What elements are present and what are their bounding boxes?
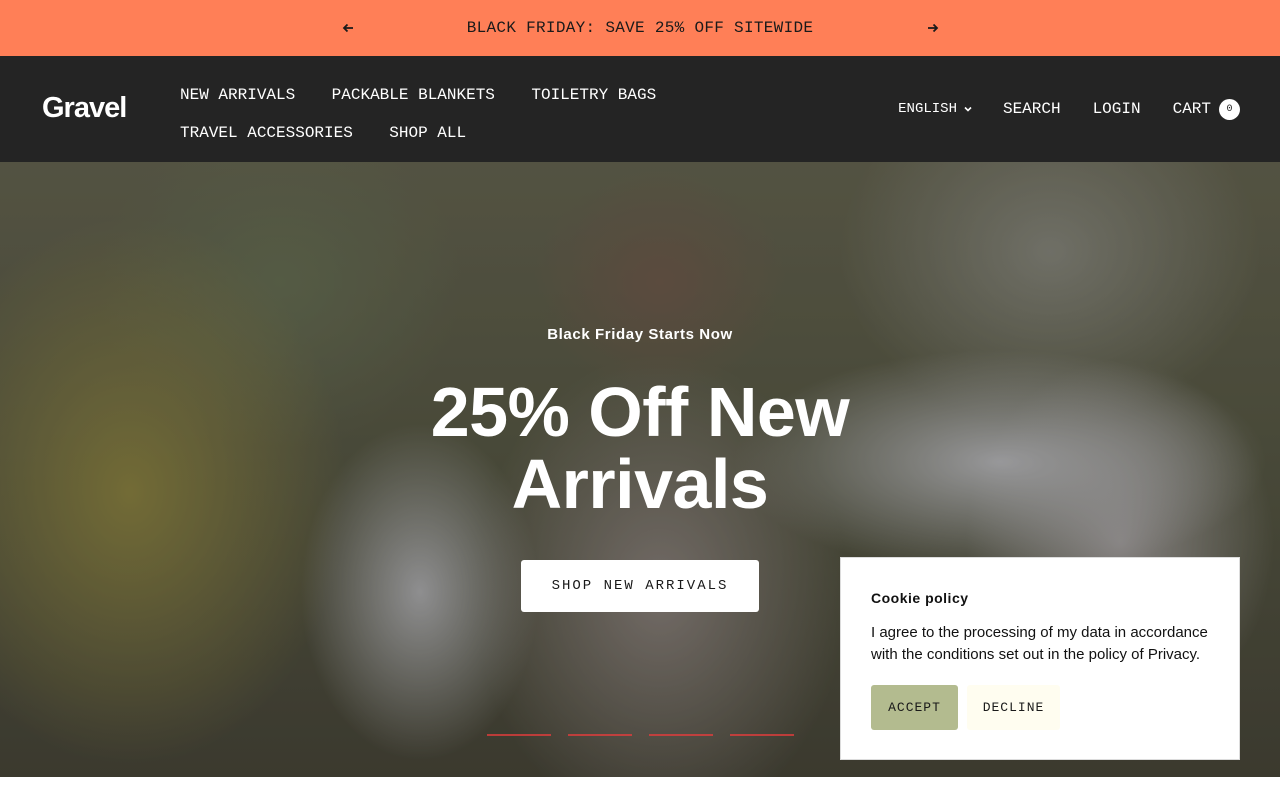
arrow-left-icon[interactable] — [338, 18, 358, 38]
login-link[interactable]: LOGIN — [1093, 100, 1141, 118]
cart-count-badge: 0 — [1219, 98, 1240, 120]
arrow-right-icon[interactable] — [923, 18, 943, 38]
chevron-down-icon — [963, 104, 973, 114]
cart-label: CART — [1172, 100, 1211, 118]
announcement-bar: BLACK FRIDAY: SAVE 25% OFF SITEWIDE — [0, 0, 1280, 56]
cookie-title: Cookie policy — [871, 590, 969, 606]
nav-item-shop-all[interactable]: SHOP ALL — [389, 114, 466, 152]
decline-button[interactable]: DECLINE — [967, 685, 1060, 730]
nav-item-travel-accessories[interactable]: TRAVEL ACCESSORIES — [180, 114, 353, 152]
site-header: Gravel NEW ARRIVALS PACKABLE BLANKETS TO… — [0, 56, 1280, 162]
header-actions: ENGLISH SEARCH LOGIN CART 0 — [898, 98, 1240, 120]
cookie-text: I agree to the processing of my data in … — [871, 624, 1208, 663]
nav-item-packable-blankets[interactable]: PACKABLE BLANKETS — [332, 76, 495, 114]
nav-item-new-arrivals[interactable]: NEW ARRIVALS — [180, 76, 295, 114]
slideshow-indicators — [487, 734, 811, 736]
language-label: ENGLISH — [898, 101, 957, 117]
search-link[interactable]: SEARCH — [1003, 100, 1061, 118]
hero-eyebrow: Black Friday Starts Now — [547, 326, 733, 343]
slide-indicator[interactable] — [487, 734, 551, 736]
accept-button[interactable]: ACCEPT — [871, 685, 958, 730]
cart-link[interactable]: CART 0 — [1172, 98, 1240, 120]
slide-indicator[interactable] — [649, 734, 713, 736]
language-selector[interactable]: ENGLISH — [898, 101, 973, 117]
main-nav: NEW ARRIVALS PACKABLE BLANKETS TOILETRY … — [180, 76, 860, 152]
slide-indicator[interactable] — [568, 734, 632, 736]
slide-indicator[interactable] — [730, 734, 794, 736]
logo[interactable]: Gravel — [42, 92, 127, 125]
hero-headline: 25% Off New Arrivals — [430, 373, 850, 523]
nav-item-toiletry-bags[interactable]: TOILETRY BAGS — [531, 76, 656, 114]
shop-new-arrivals-button[interactable]: SHOP NEW ARRIVALS — [521, 560, 759, 612]
cookie-banner: Cookie policy I agree to the processing … — [840, 557, 1240, 760]
announcement-text: BLACK FRIDAY: SAVE 25% OFF SITEWIDE — [466, 19, 814, 37]
